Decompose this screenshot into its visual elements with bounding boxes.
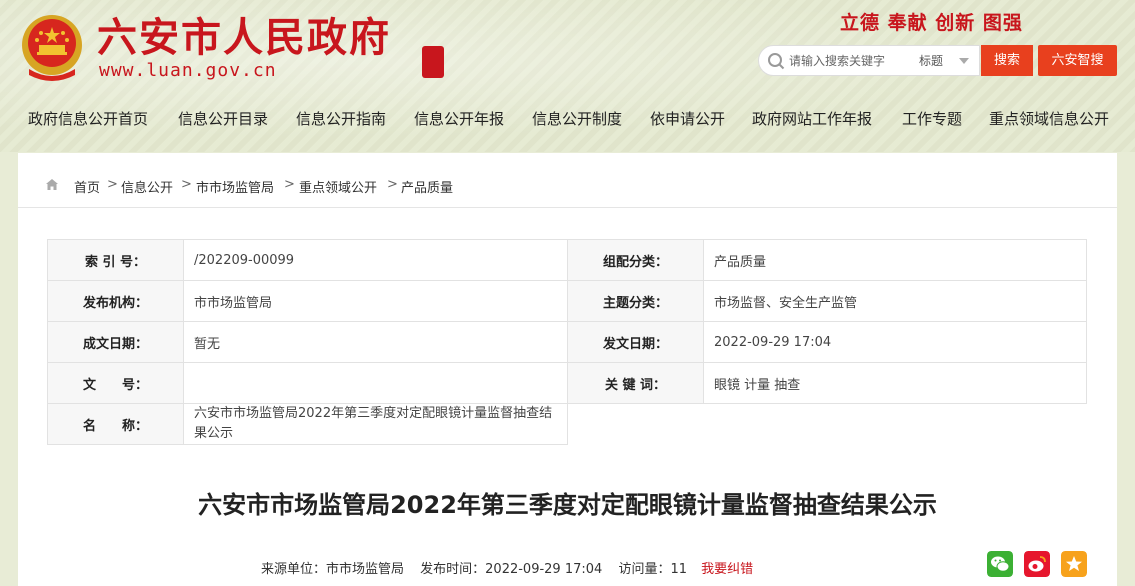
seal-stamp [422, 46, 444, 78]
chevron-down-icon[interactable] [959, 58, 969, 64]
publish-time: 发布时间：2022-09-29 17:04 [420, 562, 603, 577]
report-error-link[interactable]: 我要纠错 [701, 562, 753, 577]
nav-item-system[interactable]: 信息公开制度 [532, 108, 622, 129]
nav-item-topics[interactable]: 工作专题 [902, 108, 962, 129]
nav-item-annual-report[interactable]: 信息公开年报 [414, 108, 504, 129]
nav-item-guide[interactable]: 信息公开指南 [296, 108, 386, 129]
breadcrumb-bureau[interactable]: 市市场监管局 [196, 177, 274, 196]
published-date-value: 2022-09-29 17:04 [703, 321, 1087, 363]
slogan: 立德 奉献 创新 图强 [840, 12, 1023, 34]
breadcrumb-key-areas[interactable]: 重点领域公开 [299, 177, 377, 196]
table-row: 名 称： 六安市市场监管局2022年第三季度对定配眼镜计量监督抽查结果公示 [47, 403, 1087, 445]
nav-item-website-report[interactable]: 政府网站工作年报 [752, 108, 872, 129]
search-icon [768, 53, 785, 70]
site-header: 六安市人民政府 www.luan.gov.cn 立德 奉献 创新 图强 标题 搜… [0, 0, 1135, 152]
publisher-value: 市市场监管局 [183, 280, 568, 322]
name-label: 名 称： [47, 403, 184, 445]
content-panel: 首页 > 信息公开 > 市市场监管局 > 重点领域公开 > 产品质量 索 引 号… [18, 153, 1117, 586]
national-emblem-icon [22, 15, 82, 81]
search-button[interactable]: 搜索 [981, 45, 1033, 76]
created-date-label: 成文日期： [47, 321, 184, 363]
breadcrumb: 首页 > 信息公开 > 市市场监管局 > 重点领域公开 > 产品质量 [18, 153, 1117, 208]
doc-number-label: 文 号： [47, 362, 184, 404]
nav-item-home[interactable]: 政府信息公开首页 [28, 108, 148, 129]
metadata-table: 索 引 号： /202209-00099 组配分类： 产品质量 发布机构： 市市… [47, 239, 1087, 445]
breadcrumb-separator: > [387, 177, 398, 192]
publisher-label: 发布机构： [47, 280, 184, 322]
home-icon [46, 179, 58, 190]
index-label: 索 引 号： [47, 239, 184, 281]
empty-cell [568, 404, 1087, 445]
favorite-star-icon[interactable] [1061, 551, 1087, 577]
article-info: 来源单位：市市场监管局 发布时间：2022-09-29 17:04 访问量：11… [261, 558, 753, 577]
breadcrumb-info-public[interactable]: 信息公开 [121, 177, 173, 196]
table-row: 文 号： 关 键 词： 眼镜 计量 抽查 [47, 362, 1087, 404]
category-value: 产品质量 [703, 239, 1087, 281]
nav-item-catalog[interactable]: 信息公开目录 [178, 108, 268, 129]
wechat-icon[interactable] [987, 551, 1013, 577]
topic-value: 市场监督、安全生产监管 [703, 280, 1087, 322]
created-date-value: 暂无 [183, 321, 568, 363]
breadcrumb-separator: > [284, 177, 295, 192]
topic-label: 主题分类： [567, 280, 704, 322]
name-value: 六安市市场监管局2022年第三季度对定配眼镜计量监督抽查结果公示 [183, 403, 568, 445]
breadcrumb-separator: > [181, 177, 192, 192]
site-url: www.luan.gov.cn [99, 60, 277, 81]
keywords-label: 关 键 词： [567, 362, 704, 404]
nav-item-key-areas[interactable]: 重点领域信息公开 [989, 108, 1109, 129]
search-input[interactable] [789, 50, 907, 72]
weibo-icon[interactable] [1024, 551, 1050, 577]
doc-number-value [183, 362, 568, 404]
table-row: 成文日期： 暂无 发文日期： 2022-09-29 17:04 [47, 321, 1087, 363]
main-nav: 政府信息公开首页 信息公开目录 信息公开指南 信息公开年报 信息公开制度 依申请… [0, 100, 1135, 136]
search-box[interactable]: 标题 [758, 45, 980, 76]
view-count: 访问量：11 [618, 562, 687, 577]
breadcrumb-product-quality[interactable]: 产品质量 [401, 177, 453, 196]
breadcrumb-home[interactable]: 首页 [74, 177, 100, 196]
site-name[interactable]: 六安市人民政府 [97, 14, 391, 62]
keywords-value: 眼镜 计量 抽查 [703, 362, 1087, 404]
category-label: 组配分类： [567, 239, 704, 281]
breadcrumb-separator: > [107, 177, 118, 192]
index-value: /202209-00099 [183, 239, 568, 281]
search-scope-select[interactable]: 标题 [919, 52, 943, 69]
article-title: 六安市市场监管局2022年第三季度对定配眼镜计量监督抽查结果公示 [198, 491, 937, 519]
table-row: 发布机构： 市市场监管局 主题分类： 市场监督、安全生产监管 [47, 280, 1087, 322]
smart-search-button[interactable]: 六安智搜 [1038, 45, 1117, 76]
table-row: 索 引 号： /202209-00099 组配分类： 产品质量 [47, 239, 1087, 281]
nav-item-application[interactable]: 依申请公开 [650, 108, 725, 129]
source-unit: 来源单位：市市场监管局 [261, 562, 405, 577]
published-date-label: 发文日期： [567, 321, 704, 363]
